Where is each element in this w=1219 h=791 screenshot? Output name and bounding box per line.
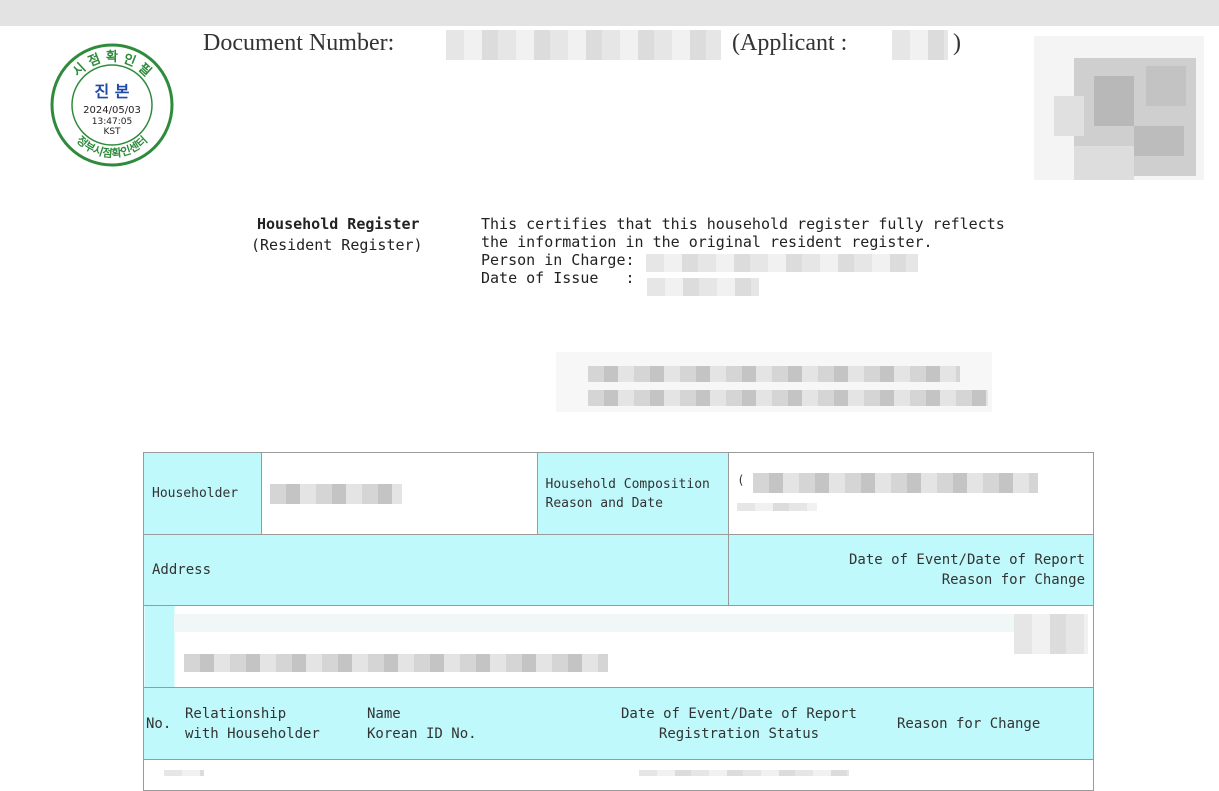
address-event-label-1: Date of Event/Date of Report [848, 552, 1085, 568]
address-value [143, 605, 1094, 688]
stamp-center-text: 진 본 [94, 82, 129, 101]
col-relationship: Relationship with Householder [185, 704, 320, 744]
redacted-address-line-2 [184, 654, 608, 672]
col-reason: Reason for Change [897, 716, 1041, 732]
applicant-label: (Applicant : [732, 30, 848, 56]
top-bar [0, 0, 1219, 26]
address-event-label-2: Reason for Change [941, 572, 1085, 588]
redacted-applicant [892, 30, 948, 60]
col-name-2: Korean ID No. [367, 726, 477, 742]
member-header: No. Relationship with Householder Name K… [143, 687, 1094, 760]
date-of-issue-label: Date of Issue : [481, 269, 635, 287]
member-header-row: No. Relationship with Householder Name K… [143, 687, 1094, 760]
address-header-row: Address Date of Event/Date of Report Rea… [142, 534, 1094, 606]
redacted-photo [1034, 36, 1204, 180]
col-no: No. [146, 716, 172, 732]
household-table: Householder Household Composition Reason… [142, 452, 1094, 791]
redacted-composition-1 [752, 472, 1038, 493]
address-label: Address [142, 534, 730, 606]
redacted-composition-2 [737, 502, 818, 511]
applicant-line: (Applicant : [732, 30, 847, 57]
col-event: Date of Event/Date of Report Registratio… [618, 704, 860, 744]
col-event-2: Registration Status [658, 726, 820, 742]
document-number-label: Document Number: [203, 30, 395, 56]
redacted-date-of-issue [647, 278, 759, 296]
composition-label: Household Composition Reason and Date [536, 452, 730, 535]
composition-label-1: Household Composition [545, 476, 710, 492]
householder-row: Householder Household Composition Reason… [143, 452, 1094, 535]
person-in-charge-label: Person in Charge: [481, 251, 635, 269]
applicant-close: ) [953, 30, 961, 56]
stamp-time: 13:47:05 [92, 117, 132, 127]
stamp-zone: KST [103, 127, 121, 137]
composition-value: ( [728, 452, 1094, 535]
redacted-address-line-1 [174, 614, 1054, 632]
householder-label: Householder [143, 452, 262, 535]
redacted-householder [269, 483, 402, 504]
col-name: Name Korean ID No. [367, 704, 477, 744]
composition-paren: ( [737, 472, 745, 487]
redacted-document-number [446, 30, 721, 60]
cert-line-2: the information in the original resident… [481, 233, 933, 251]
address-value-row [143, 605, 1094, 688]
col-name-1: Name [367, 706, 401, 722]
householder-value [260, 452, 538, 535]
col-relationship-2: with Householder [185, 726, 320, 742]
col-event-1: Date of Event/Date of Report [620, 706, 857, 722]
address-event-label: Date of Event/Date of Report Reason for … [728, 534, 1094, 606]
document-number-line: Document Number: [203, 30, 394, 57]
cert-line-1: This certifies that this household regis… [481, 215, 1005, 233]
member-row-partial [143, 759, 1094, 791]
register-title: Household Register [257, 215, 420, 233]
register-subtitle: (Resident Register) [251, 236, 423, 254]
member-row-cell [143, 759, 1094, 791]
redacted-address-date [1014, 614, 1088, 654]
redacted-person-in-charge [646, 254, 918, 272]
col-relationship-1: Relationship [185, 706, 287, 722]
redacted-center-line-1 [588, 366, 960, 382]
redacted-center-line-2 [588, 390, 988, 406]
certification-text: This certifies that this household regis… [481, 215, 1005, 287]
composition-label-2: Reason and Date [545, 495, 663, 511]
verification-stamp: 시 점 확 인 필 정부시점확인센터 진 본 2024/05/03 13:47:… [50, 43, 174, 167]
stamp-date: 2024/05/03 [83, 105, 141, 116]
